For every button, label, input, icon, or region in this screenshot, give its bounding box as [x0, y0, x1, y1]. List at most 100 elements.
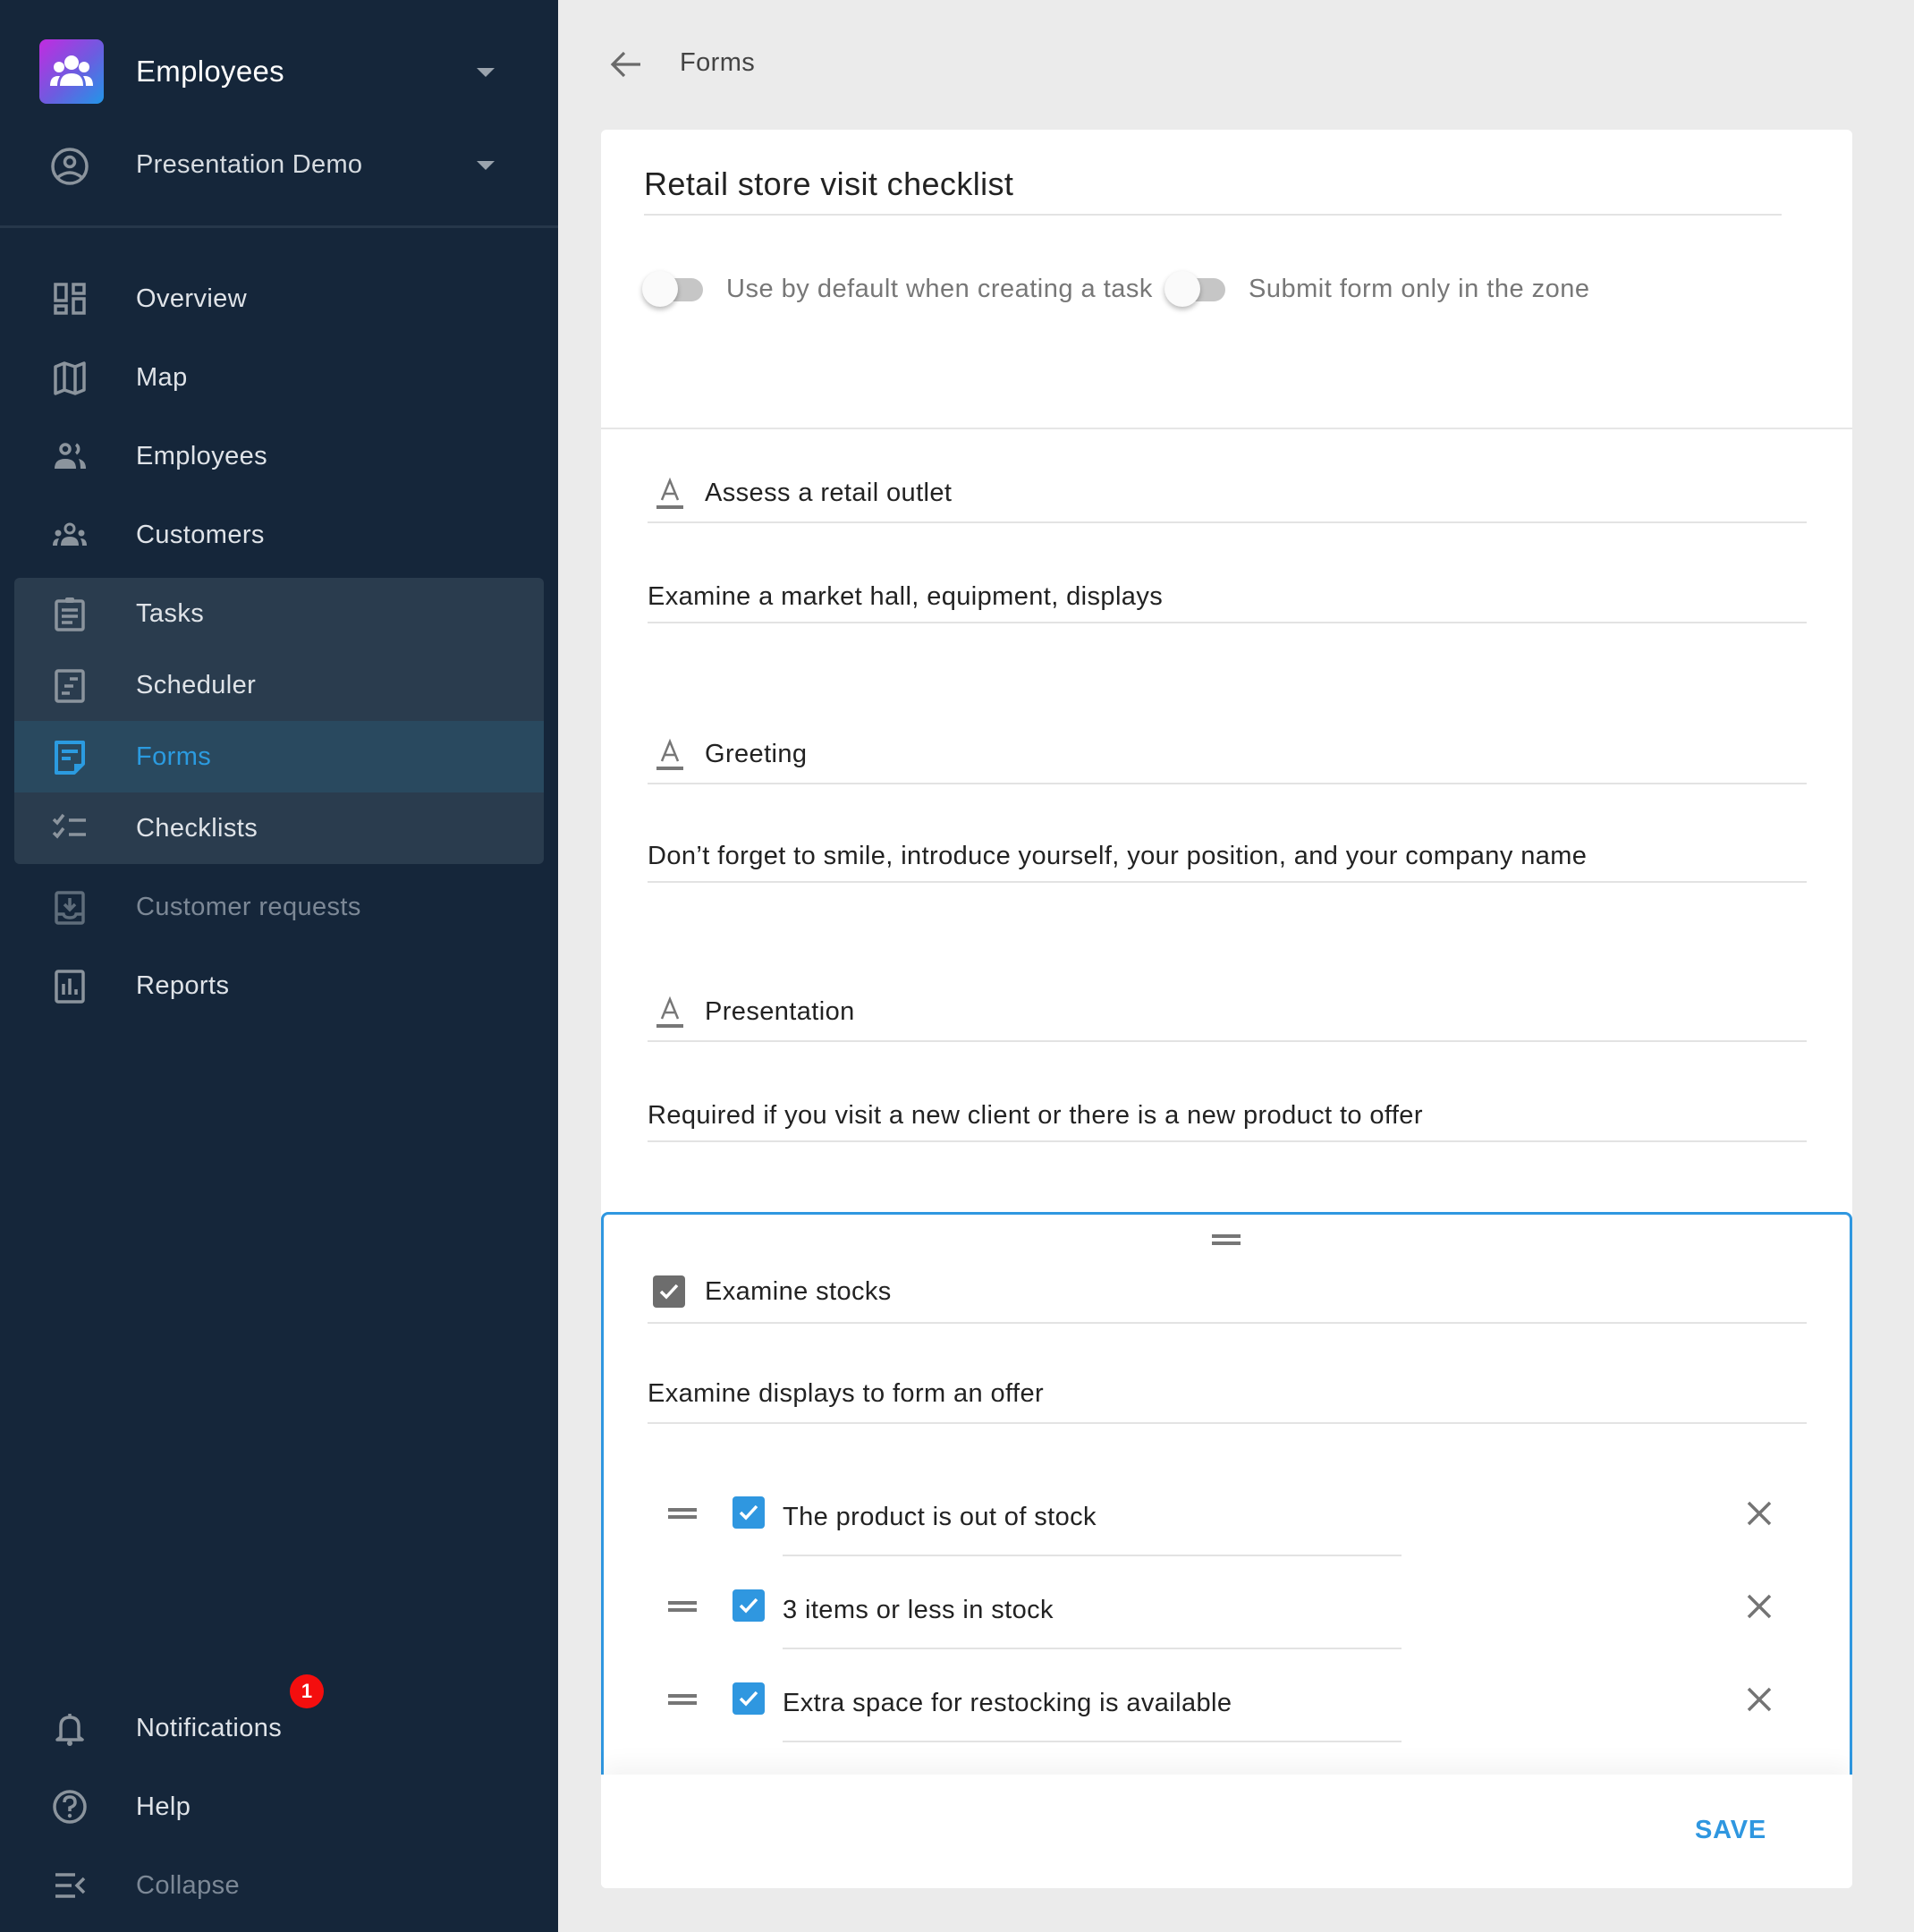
toggle-thumb	[1164, 271, 1200, 307]
account-switcher[interactable]: Presentation Demo	[39, 132, 540, 197]
active-field-card[interactable]: Examine stocks Examine displays to form …	[601, 1212, 1852, 1838]
sidebar-item-reports[interactable]: Reports	[14, 950, 544, 1021]
option-label-input[interactable]: 3 items or less in stock	[783, 1596, 1054, 1625]
sidebar-item-label: Map	[136, 362, 188, 392]
form-title-underline	[644, 214, 1782, 216]
chevron-down-icon	[477, 161, 495, 170]
sidebar-divider	[0, 225, 558, 228]
field-description-input[interactable]: Examine displays to form an offer	[648, 1370, 1807, 1424]
sidebar-item-customer-requests[interactable]: Customer requests	[14, 871, 544, 943]
drag-handle-icon[interactable]	[668, 1694, 697, 1707]
option-checkbox[interactable]	[733, 1496, 765, 1529]
option-checkbox[interactable]	[733, 1682, 765, 1715]
clipboard-icon	[55, 597, 85, 631]
field-title-input[interactable]: Presentation	[648, 988, 1807, 1042]
checkbox-option: Extra space for restocking is available	[604, 1669, 1852, 1742]
account-circle-icon	[51, 148, 89, 185]
option-underline	[783, 1648, 1402, 1649]
arrow-left-icon	[610, 51, 640, 78]
field-underline	[648, 521, 1807, 523]
toggle-thumb	[642, 271, 678, 307]
option-label-input[interactable]: Extra space for restocking is available	[783, 1689, 1232, 1718]
sidebar: Employees Presentation Demo Overview Map…	[0, 0, 558, 1932]
field-description: Examine a market hall, equipment, displa…	[648, 582, 1164, 611]
option-label-input[interactable]: The product is out of stock	[783, 1503, 1097, 1532]
text-format-icon	[656, 738, 683, 770]
toggle-use-by-default[interactable]	[642, 269, 707, 307]
account-name: Presentation Demo	[136, 149, 363, 179]
collapse-menu-icon	[55, 1873, 86, 1898]
field-description-input[interactable]: Don’t forget to smile, introduce yoursel…	[648, 833, 1807, 883]
field-underline	[648, 783, 1807, 784]
sidebar-item-label: Scheduler	[136, 670, 257, 699]
drag-handle-icon[interactable]	[668, 1508, 697, 1521]
sidebar-item-notifications[interactable]: Notifications 1	[14, 1674, 544, 1764]
checkbox-option: 3 items or less in stock	[604, 1576, 1852, 1649]
sidebar-item-map[interactable]: Map	[14, 342, 544, 413]
sidebar-item-label: Help	[136, 1792, 191, 1821]
form-editor-card: Retail store visit checklist Use by defa…	[601, 130, 1852, 1888]
sidebar-item-employees[interactable]: Employees	[14, 420, 544, 492]
sidebar-item-label: Overview	[136, 284, 248, 313]
sidebar-item-label: Checklists	[136, 813, 258, 843]
save-button[interactable]: SAVE	[1695, 1816, 1766, 1845]
field-title: Assess a retail outlet	[705, 479, 953, 507]
field-description-input[interactable]: Required if you visit a new client or th…	[648, 1092, 1807, 1142]
sidebar-item-tasks[interactable]: Tasks	[14, 578, 544, 649]
sidebar-item-collapse[interactable]: Collapse	[14, 1850, 544, 1921]
groups-icon	[53, 522, 87, 546]
sidebar-item-scheduler[interactable]: Scheduler	[14, 649, 544, 721]
team-icon	[39, 39, 104, 104]
bell-icon	[55, 1714, 84, 1746]
toggle-submit-in-zone[interactable]	[1164, 269, 1229, 307]
sidebar-item-forms[interactable]: Forms	[14, 721, 544, 792]
sidebar-item-label: Customer requests	[136, 892, 361, 921]
dashboard-icon	[54, 283, 86, 315]
sidebar-item-help[interactable]: Help	[14, 1771, 544, 1843]
field-description: Don’t forget to smile, introduce yoursel…	[648, 842, 1588, 870]
sidebar-item-label: Forms	[136, 741, 212, 771]
field-description-input[interactable]: Examine a market hall, equipment, displa…	[648, 573, 1807, 623]
field-title-input[interactable]: Examine stocks	[648, 1268, 1807, 1324]
section-divider	[601, 428, 1852, 429]
drag-handle-icon[interactable]	[668, 1601, 697, 1614]
help-circle-icon	[53, 1790, 87, 1824]
text-format-icon	[656, 477, 683, 509]
field-title-input[interactable]: Assess a retail outlet	[648, 470, 1807, 523]
close-icon[interactable]	[1741, 1589, 1777, 1624]
form-title-input[interactable]: Retail store visit checklist	[644, 165, 1013, 203]
field-underline	[648, 1322, 1807, 1324]
sidebar-item-checklists[interactable]: Checklists	[14, 792, 544, 864]
sidebar-item-label: Employees	[136, 441, 268, 470]
close-icon[interactable]	[1741, 1496, 1777, 1531]
close-icon[interactable]	[1741, 1682, 1777, 1717]
scheduler-icon	[55, 669, 85, 703]
chevron-down-icon	[477, 68, 495, 77]
toggle-label-use-by-default: Use by default when creating a task	[726, 275, 1153, 303]
option-checkbox[interactable]	[733, 1589, 765, 1622]
drag-handle-icon[interactable]	[1212, 1234, 1241, 1247]
checkbox-option: The product is out of stock	[604, 1483, 1852, 1556]
form-footer: SAVE	[601, 1775, 1852, 1888]
sidebar-item-customers[interactable]: Customers	[14, 499, 544, 571]
sidebar-item-label: Tasks	[136, 598, 205, 628]
field-underline	[648, 1140, 1807, 1142]
sidebar-item-label: Reports	[136, 970, 230, 1000]
workspace-name: Employees	[136, 55, 284, 88]
text-format-icon	[656, 996, 683, 1028]
sidebar-item-overview[interactable]: Overview	[14, 263, 544, 335]
field-title-input[interactable]: Greeting	[648, 731, 1807, 784]
field-description: Examine displays to form an offer	[648, 1379, 1045, 1408]
field-underline	[648, 881, 1807, 883]
option-underline	[783, 1741, 1402, 1742]
field-underline	[648, 622, 1807, 623]
back-button[interactable]	[608, 45, 653, 84]
field-title: Presentation	[705, 997, 855, 1026]
toggle-label-submit-in-zone: Submit form only in the zone	[1249, 275, 1590, 303]
sidebar-item-label: Customers	[136, 520, 265, 549]
workspace-switcher[interactable]: Employees	[39, 39, 540, 104]
field-underline	[648, 1040, 1807, 1042]
checkbox-type-icon	[653, 1275, 685, 1308]
field-description: Required if you visit a new client or th…	[648, 1101, 1423, 1130]
form-icon	[55, 741, 85, 775]
